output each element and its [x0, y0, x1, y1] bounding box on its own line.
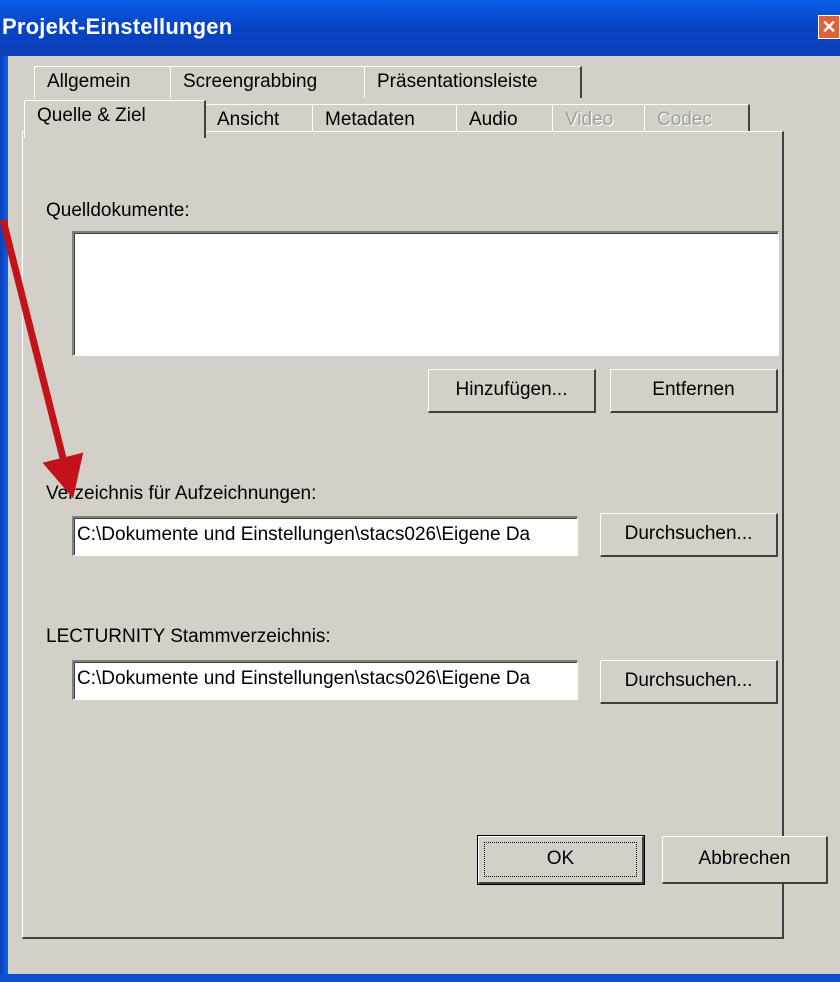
tab-quelle-ziel[interactable]: Quelle & Ziel — [24, 100, 206, 138]
window-title: Projekt-Einstellungen — [2, 14, 233, 39]
source-documents-label: Quelldokumente: — [46, 200, 190, 221]
tab-allgemein[interactable]: Allgemein — [34, 66, 172, 98]
window-frame-left — [0, 56, 8, 982]
title-bar: Projekt-Einstellungen ✕ — [0, 0, 840, 56]
recordings-browse-button[interactable]: Durchsuchen... — [600, 513, 778, 557]
recordings-dir-label: Verzeichnis für Aufzeichnungen: — [46, 483, 317, 504]
focus-rect — [484, 842, 637, 877]
recordings-dir-field[interactable]: C:\Dokumente und Einstellungen\stacs026\… — [72, 516, 578, 556]
window-frame-bottom — [0, 974, 840, 982]
ok-button[interactable]: OK — [477, 835, 645, 885]
add-button[interactable]: Hinzufügen... — [428, 369, 596, 413]
tab-praesentationsleiste[interactable]: Präsentationsleiste — [364, 66, 582, 98]
tab-screengrabbing[interactable]: Screengrabbing — [170, 66, 366, 98]
cancel-button[interactable]: Abbrechen — [662, 836, 828, 884]
remove-button[interactable]: Entfernen — [610, 369, 778, 413]
root-dir-field[interactable]: C:\Dokumente und Einstellungen\stacs026\… — [72, 660, 578, 700]
close-button[interactable]: ✕ — [818, 15, 840, 39]
root-dir-label: LECTURNITY Stammverzeichnis: — [46, 626, 331, 647]
root-browse-button[interactable]: Durchsuchen... — [600, 660, 778, 704]
source-documents-list[interactable] — [72, 231, 779, 356]
